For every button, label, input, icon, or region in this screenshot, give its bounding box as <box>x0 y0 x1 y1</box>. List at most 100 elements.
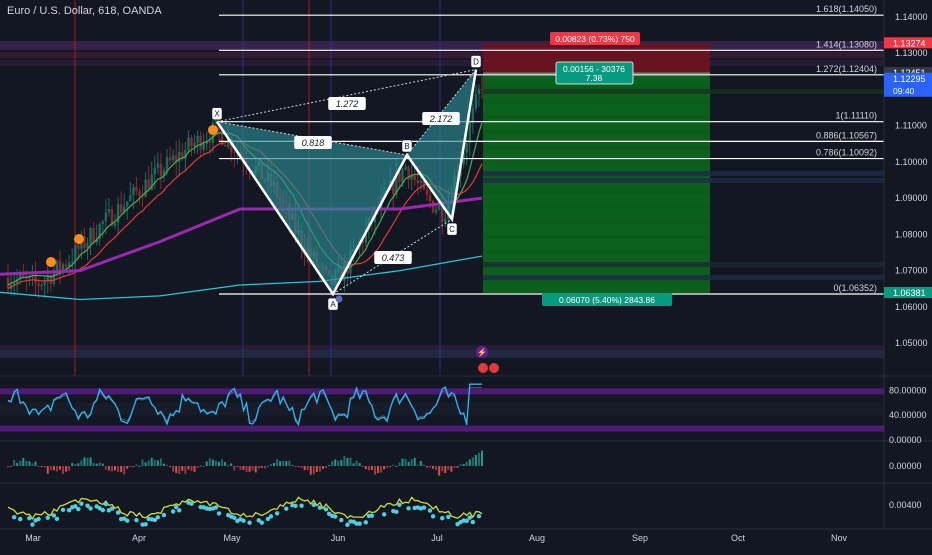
candle-body <box>92 228 95 243</box>
candle-body <box>202 143 205 150</box>
osc2-bar <box>126 466 129 469</box>
osc3-dot <box>11 515 17 520</box>
osc2-bar <box>337 460 340 466</box>
trading-chart[interactable]: 1.618(1.14050) 1.414(1.13080) 1.272(1.1240… <box>0 0 932 550</box>
osc2-bar <box>43 466 46 468</box>
osc2-bar <box>410 459 413 466</box>
osc2-bar <box>260 466 263 468</box>
osc2-bar <box>224 461 227 466</box>
osc2-bar <box>58 466 61 470</box>
candle-body <box>74 244 77 262</box>
candle-body <box>419 180 423 184</box>
osc3-dot <box>446 514 451 520</box>
osc3-dot <box>241 518 246 523</box>
osc2-bar <box>254 466 257 473</box>
osc2-bar <box>55 466 58 472</box>
osc3-dot <box>430 514 436 519</box>
zone-stripe <box>483 220 710 225</box>
date-tick-label: Jun <box>331 533 346 543</box>
osc2-bar <box>110 466 113 472</box>
candle-body <box>196 135 199 143</box>
osc2-bar <box>346 457 349 466</box>
osc2-bar <box>444 466 447 474</box>
osc2-bar <box>166 464 169 466</box>
osc2-bar <box>389 466 392 467</box>
pattern-point-label: D <box>473 58 479 67</box>
osc2-bar <box>251 466 254 471</box>
candle-body <box>64 264 68 267</box>
osc3-dot <box>406 506 411 511</box>
price-tick-label: 1.09000 <box>895 193 928 203</box>
osc3-dot <box>189 501 194 506</box>
zone-stripe <box>483 115 710 120</box>
osc2-bar <box>343 456 346 466</box>
osc2-bar <box>34 461 37 466</box>
candle-body <box>126 201 129 207</box>
osc2-bar <box>193 466 196 472</box>
osc3-dot <box>103 501 109 507</box>
osc3-dot <box>30 522 35 527</box>
osc3-dot <box>440 515 445 521</box>
fib-level-label: 1.414(1.13080) <box>816 39 877 49</box>
profile-band <box>0 350 884 358</box>
osc2-bar <box>364 466 367 470</box>
candle-body <box>233 152 236 154</box>
osc2-bar <box>196 466 199 468</box>
signal-dot <box>46 257 56 267</box>
osc2-bar <box>392 464 395 466</box>
candle-body <box>193 142 196 147</box>
osc2-bar <box>450 466 453 472</box>
osc2-bar <box>114 466 117 471</box>
osc2-bar <box>447 466 450 470</box>
osc2-bar <box>380 466 383 473</box>
osc3-dot <box>470 519 476 525</box>
osc2-bar <box>453 466 456 468</box>
osc2-bar <box>150 457 153 466</box>
osc3-dot <box>274 511 280 516</box>
osc2-bar <box>435 466 438 470</box>
pattern-point-label: C <box>449 225 455 234</box>
osc2-bar <box>318 466 321 472</box>
candle-body <box>199 135 202 150</box>
ratio-label: 0.473 <box>382 253 405 263</box>
osc2-bar <box>398 462 401 466</box>
osc3-dot <box>323 507 329 512</box>
osc2-bar <box>31 463 34 466</box>
candle-body <box>113 223 117 226</box>
osc3-dot <box>216 511 222 516</box>
osc2-bar <box>355 460 358 466</box>
osc2-bar <box>263 466 266 469</box>
candle-body <box>477 88 481 95</box>
price-tag-label: 1.12295 <box>893 74 926 84</box>
candle-body <box>398 172 401 183</box>
osc3-dot <box>464 518 469 524</box>
osc2-bar <box>25 460 28 466</box>
osc2-bar <box>175 466 178 473</box>
ratio-label: 0.818 <box>302 138 325 148</box>
osc2-bar <box>294 466 297 468</box>
zone-stripe <box>483 262 884 267</box>
take-profit-zone <box>483 73 710 294</box>
osc2-bar <box>383 466 386 470</box>
osc2-bar <box>135 464 138 466</box>
osc3-dot <box>88 506 93 511</box>
osc3-dot <box>232 515 237 520</box>
candle-body <box>168 157 172 161</box>
osc2-bar <box>178 466 181 475</box>
osc2-bar <box>297 466 300 467</box>
candle-body <box>52 271 56 284</box>
osc2-bar <box>95 463 98 466</box>
osc3-dot <box>27 516 32 521</box>
osc2-bar <box>269 464 272 466</box>
osc2-bar <box>419 460 422 466</box>
candle-body <box>138 191 141 196</box>
osc3-dot <box>161 512 167 518</box>
osc2-bar <box>28 461 31 466</box>
osc3-dot <box>381 512 387 517</box>
osc2-bar <box>349 457 352 466</box>
osc3-dot <box>60 507 66 513</box>
osc2-bar <box>386 466 389 468</box>
osc3-dot <box>476 514 482 519</box>
zone-stripe <box>483 171 884 176</box>
osc1-lower-band <box>0 425 884 432</box>
